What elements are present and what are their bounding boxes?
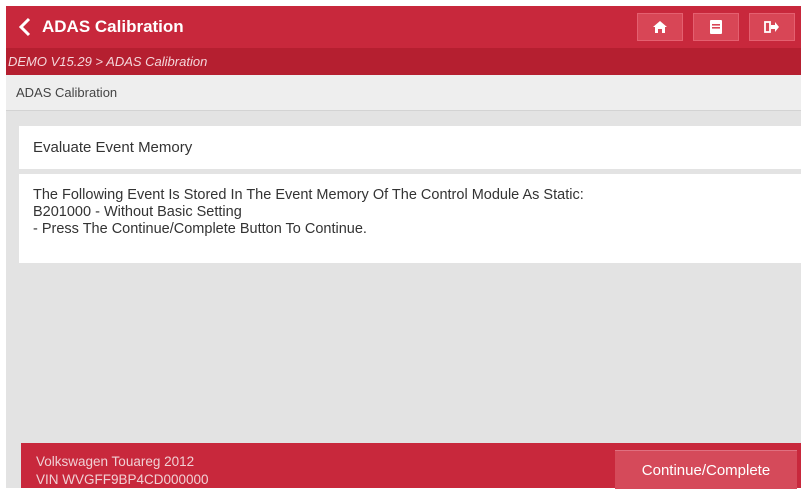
message-line: The Following Event Is Stored In The Eve… bbox=[33, 187, 584, 203]
toolbar bbox=[637, 13, 795, 41]
exit-icon bbox=[764, 21, 779, 33]
print-icon bbox=[710, 20, 722, 34]
message-line: B201000 - Without Basic Setting bbox=[33, 204, 242, 220]
page-title: ADAS Calibration bbox=[42, 17, 184, 36]
vehicle-name: Volkswagen Touareg 2012 bbox=[36, 454, 195, 469]
continue-complete-button[interactable]: Continue/Complete bbox=[615, 450, 797, 489]
vehicle-info: Volkswagen Touareg 2012 VIN WVGFF9BP4CD0… bbox=[36, 453, 209, 489]
app-window: ADAS Calibration DEMO V15.29 > ADAS Cali… bbox=[6, 6, 801, 489]
exit-button[interactable] bbox=[749, 13, 795, 41]
message-line: - Press The Continue/Complete Button To … bbox=[33, 221, 367, 237]
vin-label: VIN WVGFF9BP4CD000000 bbox=[36, 472, 209, 487]
top-bar: ADAS Calibration bbox=[6, 6, 801, 48]
home-button[interactable] bbox=[637, 13, 683, 41]
message-card: The Following Event Is Stored In The Eve… bbox=[19, 174, 801, 263]
chevron-left-icon bbox=[18, 17, 31, 37]
home-icon bbox=[653, 21, 667, 33]
section-header: ADAS Calibration bbox=[6, 75, 801, 111]
print-button[interactable] bbox=[693, 13, 739, 41]
card-title: Evaluate Event Memory bbox=[19, 126, 801, 169]
footer-bar: Volkswagen Touareg 2012 VIN WVGFF9BP4CD0… bbox=[21, 443, 801, 489]
breadcrumb: DEMO V15.29 > ADAS Calibration bbox=[6, 48, 801, 75]
back-button[interactable] bbox=[10, 6, 40, 48]
